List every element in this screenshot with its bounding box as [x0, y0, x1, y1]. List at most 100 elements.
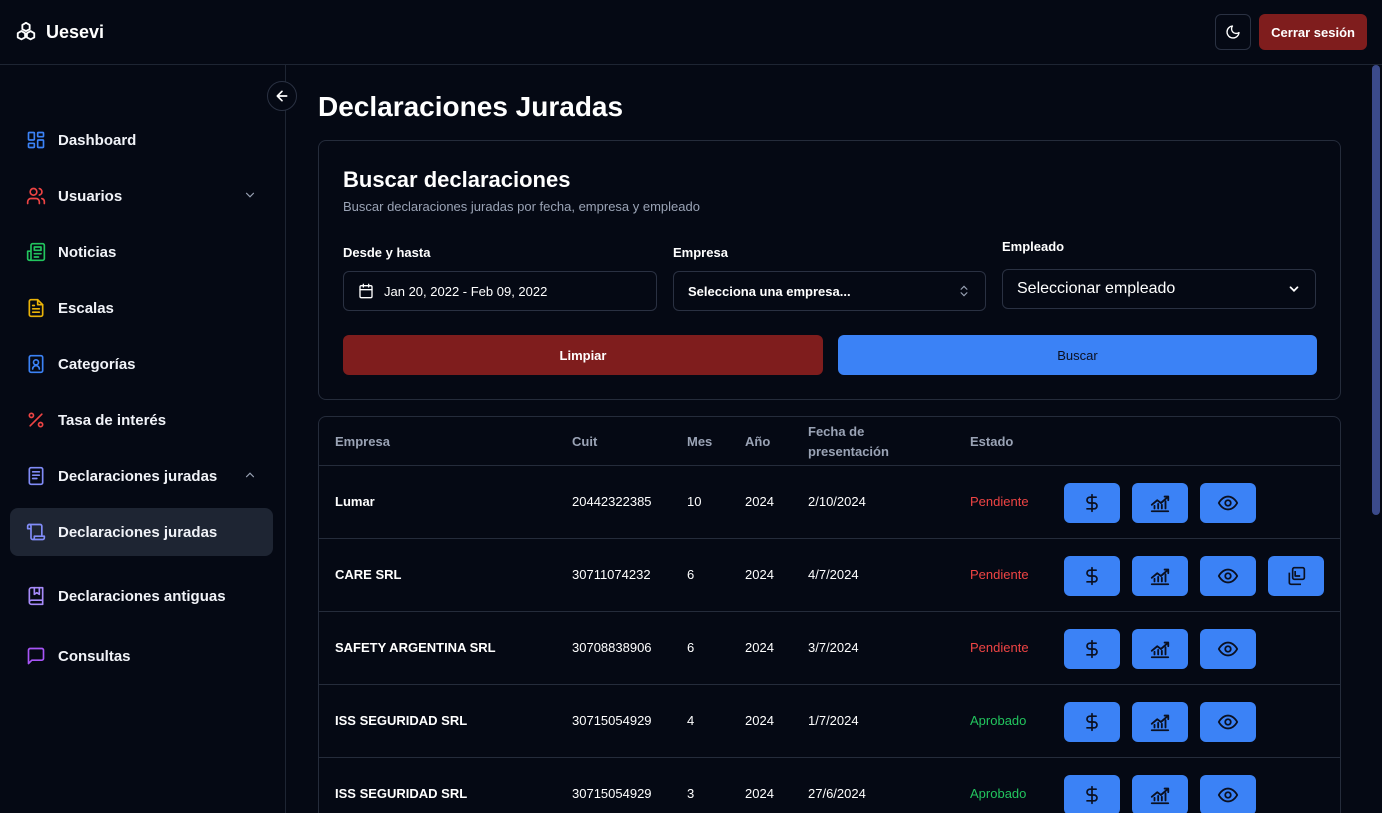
page-title: Declaraciones Juradas	[318, 91, 624, 122]
chart-trend-icon	[1150, 641, 1170, 659]
cell-cuit: 30708838906	[572, 640, 652, 655]
cell-mes: 4	[687, 713, 695, 728]
column-header-mes: Mes	[687, 434, 713, 449]
page-scrollbar[interactable]	[1370, 65, 1382, 813]
sidebar-item-noticias[interactable]: Noticias	[10, 228, 273, 276]
file-text-icon	[28, 298, 44, 318]
status-badge: Aprobado	[970, 713, 1027, 728]
cell-fecha: 2/10/2024	[808, 494, 866, 509]
view-button[interactable]	[1200, 483, 1256, 523]
stats-button[interactable]	[1132, 483, 1188, 523]
clear-button[interactable]: Limpiar	[343, 335, 823, 375]
eye-icon	[1217, 714, 1239, 730]
sidebar-item-label: Declaraciones juradas	[58, 523, 218, 541]
sidebar-item-tasa-de-interes[interactable]: Tasa de interés	[10, 396, 273, 444]
sidebar-item-declaraciones-juradas[interactable]: Declaraciones juradas	[10, 508, 273, 556]
layout-grid-icon	[27, 131, 45, 149]
date-range-value: Jan 20, 2022 - Feb 09, 2022	[384, 283, 548, 299]
sidebar-item-label: Usuarios	[58, 187, 123, 205]
copy-icon	[1288, 566, 1306, 586]
stats-button[interactable]	[1132, 702, 1188, 742]
cell-cuit: 30715054929	[572, 786, 652, 801]
sidebar-item-declaraciones-juradas-group[interactable]: Declaraciones juradas	[10, 452, 273, 500]
sidebar-item-label: Categorías	[58, 355, 136, 373]
company-select-value: Selecciona una empresa...	[688, 283, 851, 299]
sidebar-item-label: Escalas	[58, 299, 114, 317]
payment-button[interactable]	[1064, 775, 1120, 813]
payment-button[interactable]	[1064, 556, 1120, 596]
arrow-left-icon	[276, 90, 288, 102]
sidebar-item-dashboard[interactable]: Dashboard	[10, 116, 273, 164]
cell-fecha: 3/7/2024	[808, 640, 859, 655]
message-square-icon	[27, 647, 45, 665]
payment-button[interactable]	[1064, 483, 1120, 523]
sidebar-item-label: Declaraciones antiguas	[58, 587, 226, 605]
sidebar-item-declaraciones-antiguas[interactable]: Declaraciones antiguas	[10, 572, 273, 620]
chart-trend-icon	[1150, 568, 1170, 586]
book-marked-icon	[28, 586, 44, 606]
calendar-icon	[359, 283, 373, 299]
cell-empresa: CARE SRL	[335, 567, 402, 582]
cell-empresa: ISS SEGURIDAD SRL	[335, 713, 468, 728]
chevron-down-icon	[1289, 286, 1299, 292]
stats-button[interactable]	[1132, 556, 1188, 596]
payment-button[interactable]	[1064, 702, 1120, 742]
cell-empresa: Lumar	[335, 494, 375, 509]
scrollbar-thumb[interactable]	[1372, 65, 1380, 515]
cell-anio: 2024	[745, 494, 774, 509]
column-header-empresa: Empresa	[335, 434, 390, 449]
sidebar-item-usuarios[interactable]: Usuarios	[10, 172, 273, 220]
percent-icon	[28, 412, 44, 428]
sidebar-item-escalas[interactable]: Escalas	[10, 284, 273, 332]
chevron-down-icon	[245, 192, 255, 198]
date-range-picker[interactable]: Jan 20, 2022 - Feb 09, 2022	[343, 271, 657, 311]
eye-icon	[1217, 641, 1239, 657]
employee-select[interactable]: Seleccionar empleado	[1002, 269, 1316, 309]
cell-mes: 6	[687, 640, 695, 655]
column-header-anio: Año	[745, 434, 771, 449]
sidebar-item-label: Noticias	[58, 243, 117, 261]
cell-empresa: SAFETY ARGENTINA SRL	[335, 640, 496, 655]
newspaper-icon	[26, 242, 46, 262]
brand[interactable]: Uesevi	[15, 21, 104, 43]
view-button[interactable]	[1200, 702, 1256, 742]
sidebar-item-label: Declaraciones juradas	[58, 467, 218, 485]
logout-button[interactable]: Cerrar sesión	[1259, 14, 1367, 50]
table-row: CARE SRL 30711074232 6 2024 4/7/2024 Pendient…	[319, 539, 1340, 612]
dollar-icon	[1086, 785, 1098, 805]
employee-label: Empleado	[1002, 239, 1065, 254]
notebook-icon	[28, 466, 44, 486]
company-label: Empresa	[673, 245, 728, 260]
sidebar-item-consultas[interactable]: Consultas	[10, 632, 273, 680]
cell-mes: 3	[687, 786, 695, 801]
contact-icon	[28, 354, 44, 374]
stats-button[interactable]	[1132, 775, 1188, 813]
cell-mes: 10	[687, 494, 702, 509]
declarations-table: Empresa Cuit Mes Año Fecha de presentaci…	[318, 416, 1341, 813]
chevrons-up-down-icon	[960, 285, 968, 297]
company-select[interactable]: Selecciona una empresa...	[673, 271, 986, 311]
cell-anio: 2024	[745, 640, 774, 655]
cell-cuit: 30715054929	[572, 713, 652, 728]
cell-fecha: 4/7/2024	[808, 567, 859, 582]
date-range-label: Desde y hasta	[343, 245, 431, 260]
table-row: ISS SEGURIDAD SRL 30715054929 3 2024 27/6/20…	[319, 758, 1340, 813]
table-row: ISS SEGURIDAD SRL 30715054929 4 2024 1/7/202…	[319, 685, 1340, 758]
stats-button[interactable]	[1132, 629, 1188, 669]
sidebar-item-categorias[interactable]: Categorías	[10, 340, 273, 388]
search-card: Buscar declaraciones Buscar declaracione…	[318, 140, 1341, 400]
view-button[interactable]	[1200, 775, 1256, 813]
view-button[interactable]	[1200, 629, 1256, 669]
cell-cuit: 20442322385	[572, 494, 652, 509]
dollar-icon	[1086, 639, 1098, 659]
duplicate-button[interactable]	[1268, 556, 1324, 596]
dollar-icon	[1086, 712, 1098, 732]
collapse-sidebar-button[interactable]	[267, 81, 297, 111]
chart-trend-icon	[1150, 495, 1170, 513]
theme-toggle-button[interactable]	[1215, 14, 1252, 50]
view-button[interactable]	[1200, 556, 1256, 596]
payment-button[interactable]	[1064, 629, 1120, 669]
table-row: Lumar 20442322385 10 2024 2/10/2024 Pendiente	[319, 466, 1340, 539]
cell-fecha: 27/6/2024	[808, 786, 866, 801]
search-button[interactable]: Buscar	[838, 335, 1317, 375]
